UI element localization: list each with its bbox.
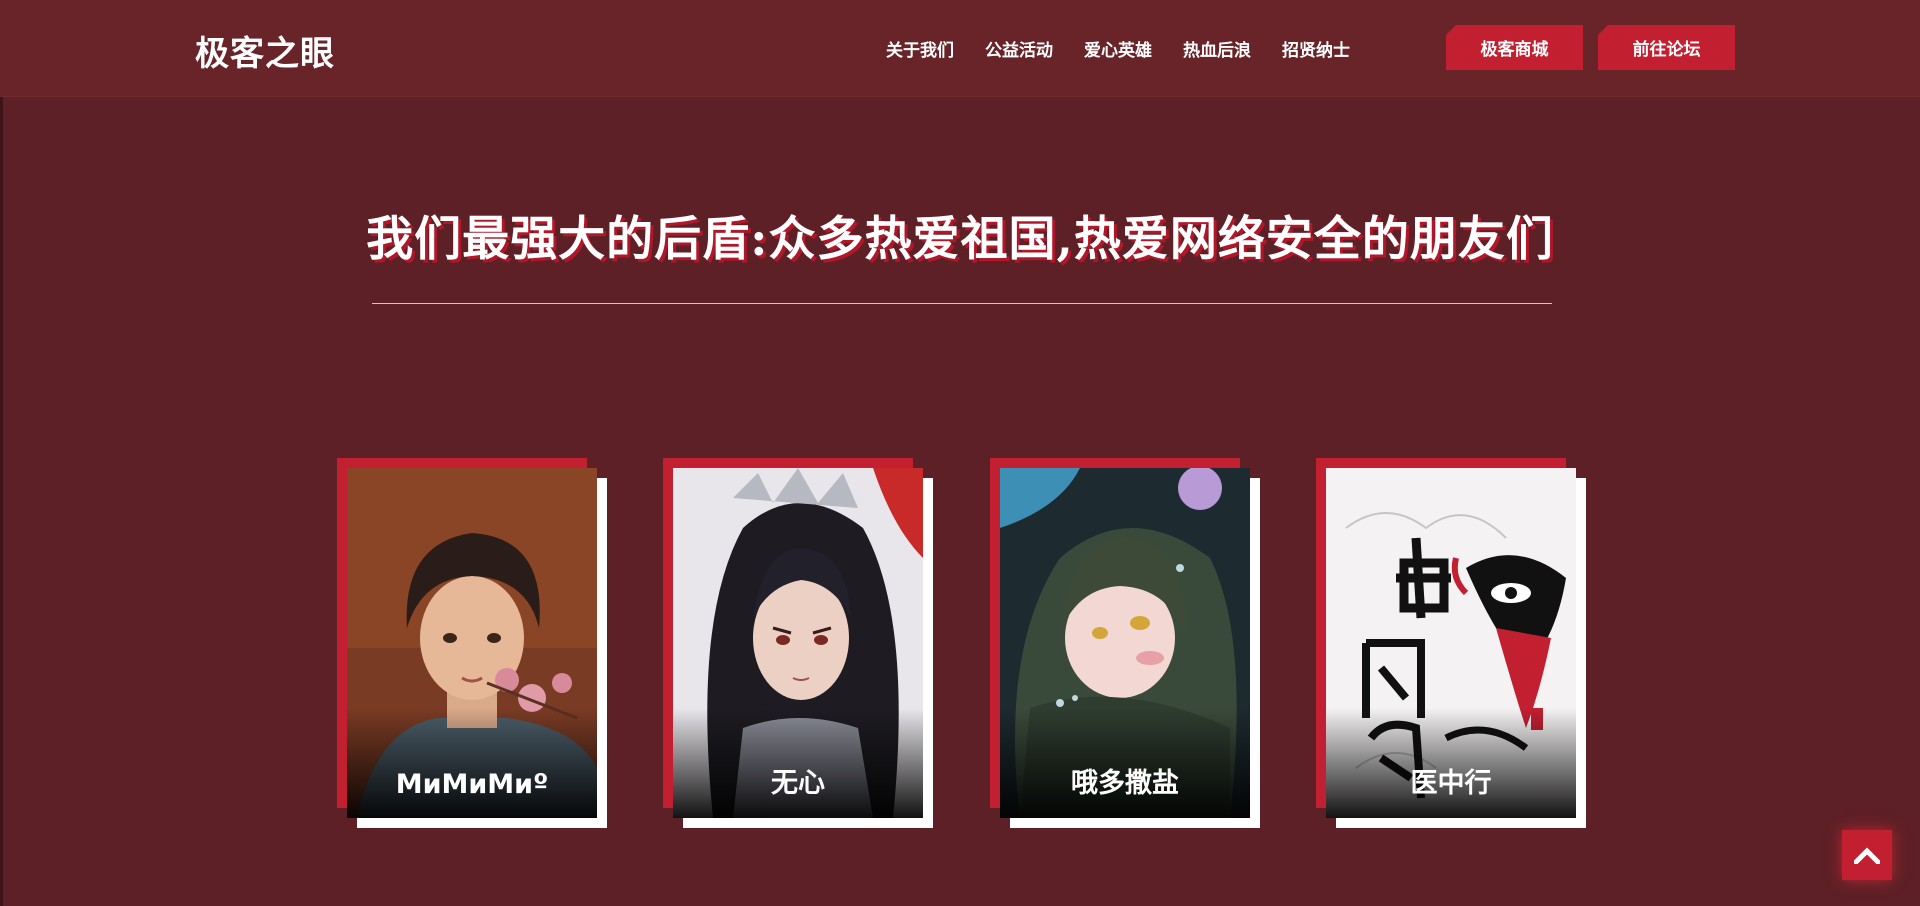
back-to-top-button[interactable] bbox=[1842, 830, 1892, 880]
member-card[interactable]: МиМиМиº bbox=[337, 458, 607, 828]
shop-button[interactable]: 极客商城 bbox=[1446, 25, 1583, 70]
member-avatar-image: МиМиМиº bbox=[347, 468, 597, 818]
nav-item-charity[interactable]: 公益活动 bbox=[985, 36, 1053, 61]
member-card[interactable]: 医中行 bbox=[1316, 458, 1586, 828]
name-gradient bbox=[347, 708, 597, 818]
nav-item-youth[interactable]: 热血后浪 bbox=[1183, 36, 1251, 61]
site-logo[interactable]: 极客之眼 bbox=[195, 26, 335, 75]
chevron-up-icon bbox=[1854, 847, 1880, 864]
main-nav: 关于我们 公益活动 爱心英雄 热血后浪 招贤纳士 bbox=[886, 36, 1381, 61]
top-navbar: 极客之眼 关于我们 公益活动 爱心英雄 热血后浪 招贤纳士 极客商城 前往论坛 bbox=[0, 0, 1920, 97]
forum-button[interactable]: 前往论坛 bbox=[1598, 25, 1735, 70]
nav-item-careers[interactable]: 招贤纳士 bbox=[1282, 36, 1350, 61]
page-title: 我们最强大的后盾:众多热爱祖国,热爱网络安全的朋友们 bbox=[366, 212, 1554, 267]
member-name: 哦多撒盐 bbox=[1071, 768, 1179, 799]
member-avatar-image: 无心 bbox=[673, 468, 923, 818]
member-name: 无心 bbox=[771, 768, 825, 799]
member-avatar-image: 医中行 bbox=[1326, 468, 1576, 818]
nav-item-heroes[interactable]: 爱心英雄 bbox=[1084, 36, 1152, 61]
page-edge bbox=[0, 0, 3, 906]
member-name: МиМиМиº bbox=[395, 769, 549, 800]
nav-item-about[interactable]: 关于我们 bbox=[886, 36, 954, 61]
title-divider bbox=[372, 303, 1552, 304]
member-card[interactable]: 哦多撒盐 bbox=[990, 458, 1260, 828]
member-name: 医中行 bbox=[1410, 768, 1492, 799]
member-avatar-image: 哦多撒盐 bbox=[1000, 468, 1250, 818]
member-card[interactable]: 无心 bbox=[663, 458, 933, 828]
